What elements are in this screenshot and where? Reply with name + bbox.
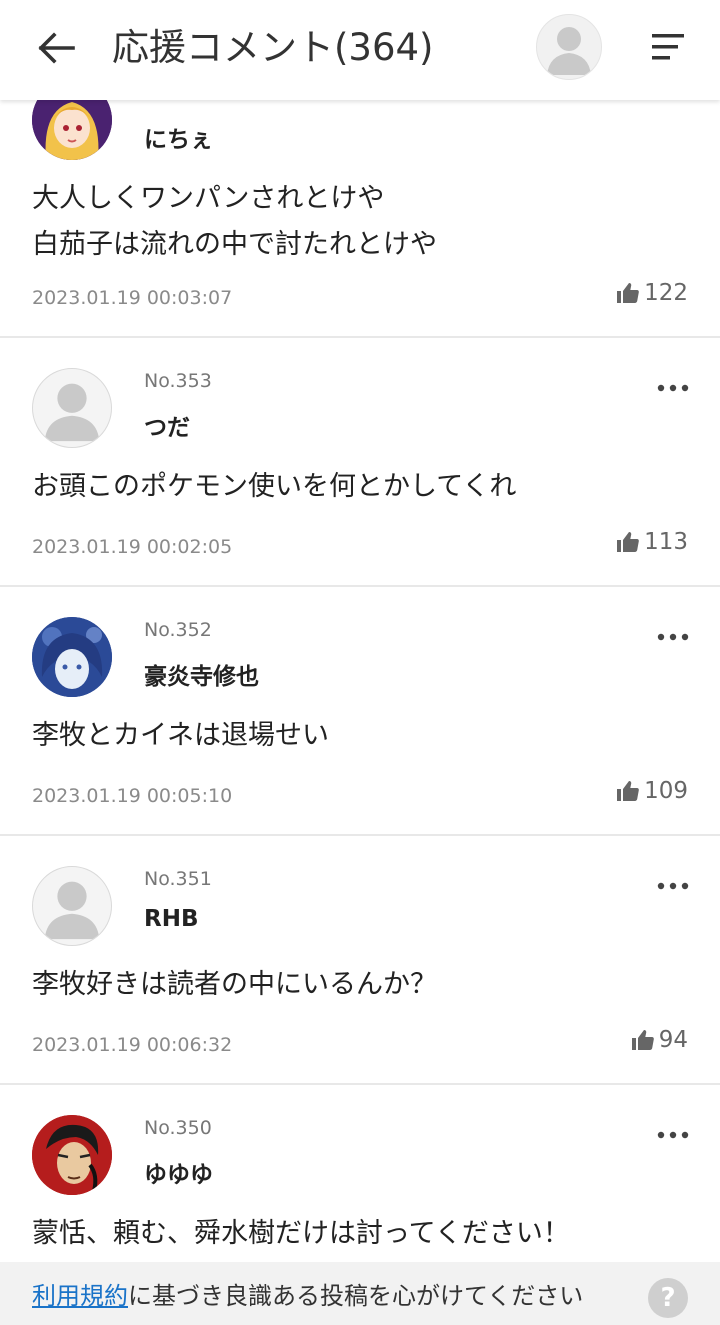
page-title: 応援コメント(364) — [112, 26, 434, 69]
comment-body: 李牧とカイネは退場せい — [32, 720, 329, 751]
comment-body: 李牧好きは読者の中にいるんか？ — [32, 969, 437, 1000]
account-avatar[interactable] — [536, 14, 602, 80]
terms-link[interactable]: 利用規約 — [32, 1282, 128, 1310]
more-options-icon[interactable] — [652, 1125, 694, 1145]
comment-card: No.350 ゆゆゆ 蒙恬、頼む、舜水樹だけは討ってください！ — [0, 1085, 720, 1262]
comment-card: No.353 つだ お頭このポケモン使いを何とかしてくれ 2023.01.19 … — [0, 338, 720, 587]
footer-message: に基づき良識ある投稿を心がけてください — [128, 1282, 584, 1310]
comment-body: 蒙恬、頼む、舜水樹だけは討ってください！ — [32, 1218, 570, 1249]
user-avatar[interactable] — [32, 866, 112, 946]
sort-lines-icon — [652, 34, 684, 60]
comment-date: 2023.01.19 00:06:32 — [32, 1034, 233, 1056]
comment-number: No.351 — [144, 868, 212, 890]
user-avatar[interactable] — [32, 617, 112, 697]
footer-notice: 利用規約に基づき良識ある投稿を心がけてください — [32, 1276, 583, 1311]
like-count: 94 — [658, 1027, 688, 1053]
back-button[interactable] — [30, 26, 82, 70]
comment-date: 2023.01.19 00:05:10 — [32, 785, 233, 807]
like-button[interactable]: 94 — [631, 1027, 688, 1053]
comment-list: にちぇ 大人しくワンパンされとけや 白茄子は流れの中で討たれとけや 2023.0… — [0, 0, 720, 1262]
thumbs-up-icon — [617, 283, 639, 303]
comment-number: No.353 — [144, 370, 212, 392]
user-avatar[interactable] — [32, 1115, 112, 1195]
user-name[interactable]: 豪炎寺修也 — [144, 657, 259, 691]
help-button[interactable]: ? — [648, 1278, 688, 1318]
like-count: 122 — [644, 280, 688, 306]
like-count: 109 — [644, 778, 688, 804]
more-options-icon[interactable] — [652, 876, 694, 896]
comment-body: 大人しくワンパンされとけや 白茄子は流れの中で討たれとけや — [32, 183, 437, 260]
thumbs-up-icon — [617, 532, 639, 552]
app-header: 応援コメント(364) — [0, 0, 720, 100]
more-options-icon[interactable] — [652, 627, 694, 647]
user-name[interactable]: RHB — [144, 906, 199, 932]
comment-body: お頭このポケモン使いを何とかしてくれ — [32, 471, 517, 502]
thumbs-up-icon — [631, 1030, 654, 1050]
more-options-icon[interactable] — [652, 378, 694, 398]
like-button[interactable]: 113 — [616, 529, 688, 555]
comment-number: No.352 — [144, 619, 212, 641]
user-name[interactable]: にちぇ — [144, 120, 213, 154]
user-name[interactable]: つだ — [144, 408, 190, 442]
user-name[interactable]: ゆゆゆ — [144, 1155, 213, 1189]
comment-number: No.350 — [144, 1117, 212, 1139]
like-button[interactable]: 122 — [616, 280, 688, 306]
arrow-left-icon — [38, 32, 75, 64]
comment-card: No.351 RHB 李牧好きは読者の中にいるんか？ 2023.01.19 00… — [0, 836, 720, 1085]
terms-footer: 利用規約に基づき良識ある投稿を心がけてください ? — [0, 1262, 720, 1325]
like-button[interactable]: 109 — [616, 778, 688, 804]
like-count: 113 — [644, 529, 688, 555]
thumbs-up-icon — [617, 781, 639, 801]
comment-card: にちぇ 大人しくワンパンされとけや 白茄子は流れの中で討たれとけや 2023.0… — [0, 70, 720, 338]
sort-menu-button[interactable] — [648, 30, 692, 64]
comment-card: No.352 豪炎寺修也 李牧とカイネは退場せい 2023.01.19 00:0… — [0, 587, 720, 836]
comment-date: 2023.01.19 00:03:07 — [32, 287, 233, 309]
user-avatar[interactable] — [32, 368, 112, 448]
comment-date: 2023.01.19 00:02:05 — [32, 536, 233, 558]
